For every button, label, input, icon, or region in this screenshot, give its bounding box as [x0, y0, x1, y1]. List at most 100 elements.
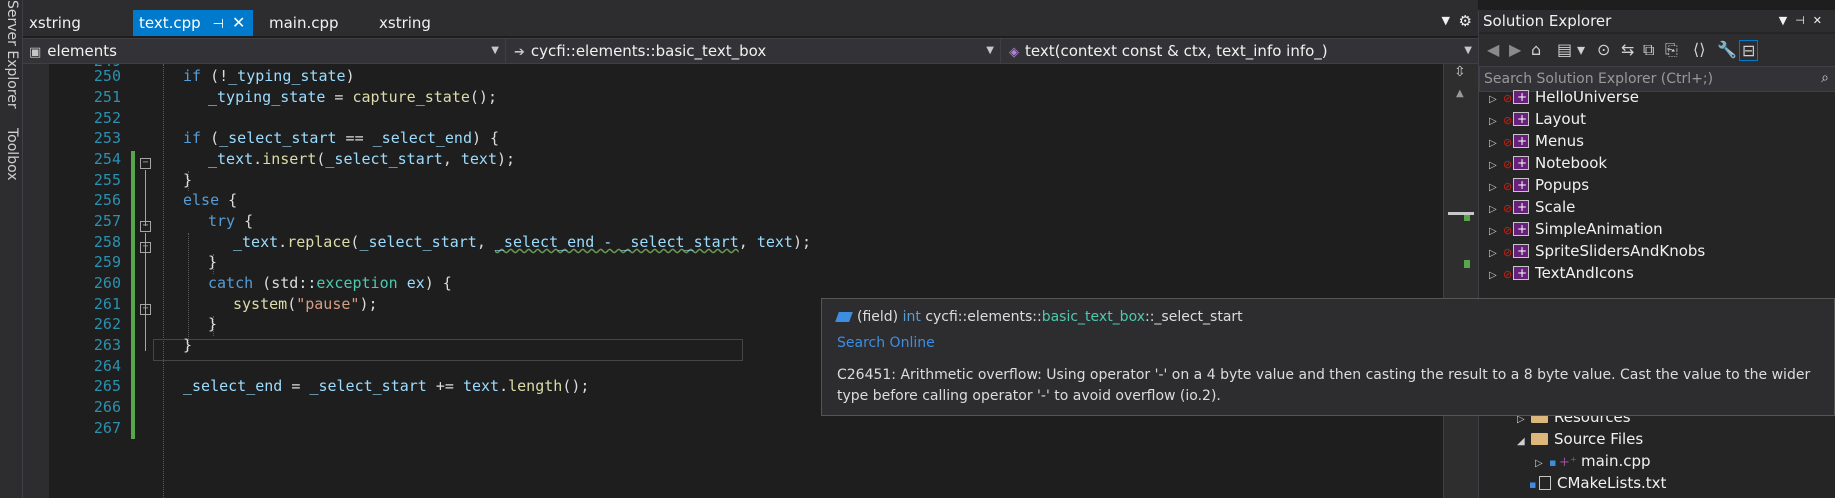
line-number: 262 [93, 315, 121, 333]
toolbox-tab[interactable]: Toolbox [4, 128, 20, 181]
warning-message: C26451: Arithmetic overflow: Using opera… [837, 367, 1811, 404]
tab-label: main.cpp [269, 14, 339, 32]
sync-icon[interactable]: ⇆ [1621, 40, 1634, 59]
tree-item-project[interactable]: ▷⊘HelloUniverse [1489, 86, 1639, 108]
chevron-down-icon: ▼ [491, 45, 499, 56]
window-controls[interactable]: ▼⊣✕ [1779, 10, 1830, 32]
line-number: 266 [93, 398, 121, 416]
collapse-icon[interactable]: − [140, 242, 151, 253]
project-dropdown[interactable]: ▣ elements ▼ [23, 39, 506, 63]
change-marker [1464, 215, 1470, 221]
tree-item-project[interactable]: ▷⊘Scale [1489, 196, 1575, 218]
pin-icon[interactable]: ⊣ [213, 17, 224, 32]
wrench-icon[interactable]: 🔧 [1717, 40, 1737, 59]
tree-item-project[interactable]: ▷⊘Menus [1489, 130, 1584, 152]
tab-main-cpp[interactable]: main.cpp [263, 10, 363, 36]
tree-item-project[interactable]: ▷⊘Popups [1489, 174, 1589, 196]
gear-icon[interactable]: ⚙ [1459, 12, 1472, 30]
search-icon[interactable]: ⌕ [1821, 70, 1829, 86]
chevron-down-icon: ▼ [1464, 45, 1472, 56]
lock-icon: ▪ [1529, 478, 1537, 491]
code-line-263: } [183, 336, 193, 354]
server-explorer-tab[interactable]: Server Explorer [4, 0, 20, 109]
preview-icon[interactable]: ⊟ [1739, 40, 1759, 61]
close-icon[interactable]: ✕ [232, 13, 245, 32]
code-line-262: } [208, 315, 218, 333]
tree-item-file[interactable]: ▪ CMakeLists.txt [1529, 472, 1666, 494]
tree-item-project[interactable]: ▷⊘TextAndIcons [1489, 262, 1634, 284]
code-line-257: try { [208, 212, 254, 230]
split-window-icon[interactable]: ⇳ [1454, 64, 1466, 80]
project-icon [1513, 218, 1529, 240]
member-dropdown[interactable]: ◈ text(context const & ctx, text_info inf… [1003, 39, 1478, 63]
navigation-bar: ▣ elements ▼ ➔ cycfi::elements::basic_text… [23, 38, 1478, 64]
error-icon: ⊘ [1503, 224, 1513, 237]
indicator-margin [23, 64, 49, 498]
show-all-files-icon[interactable]: ⎘ [1665, 40, 1678, 60]
collapse-icon[interactable]: ◢ [1517, 431, 1531, 453]
project-icon [1513, 240, 1529, 262]
error-icon: ⊘ [1503, 202, 1513, 215]
line-number: 256 [93, 191, 121, 209]
code-line-258: _text.replace(_select_start, _select_end… [233, 233, 811, 251]
collapse-all-icon[interactable]: ⧉ [1643, 40, 1654, 60]
vertical-scrollbar[interactable]: ⇳ ▲ [1443, 64, 1478, 498]
text-file-icon [1539, 475, 1551, 490]
solution-explorer-toolbar: ◀ ▶ ⌂ ▤ ▾ ⊙ ⇆ ⧉ ⎘ ⟨⟩ 🔧 ⊟ [1479, 34, 1835, 66]
project-icon: ▣ [29, 45, 42, 60]
tab-text-cpp[interactable]: text.cpp ⊣ ✕ [133, 10, 253, 36]
tab-label: xstring [379, 14, 431, 32]
collapse-icon[interactable]: − [140, 304, 151, 315]
chevron-down-icon[interactable]: ▾ [1577, 40, 1585, 59]
tab-xstring-2[interactable]: xstring [373, 10, 473, 36]
tree-item-file[interactable]: ▷ ▪ +⁺ main.cpp [1535, 450, 1651, 472]
code-editor[interactable]: 249 250 251 252 253 254 255 256 257 258 … [23, 64, 1443, 498]
folder-open-icon [1531, 432, 1548, 445]
error-icon: ⊘ [1503, 158, 1513, 171]
scope-dropdown[interactable]: ➔ cycfi::elements::basic_text_box ▼ [508, 39, 1001, 63]
error-icon: ⊘ [1503, 180, 1513, 193]
line-number: 263 [93, 336, 121, 354]
tree-item-project[interactable]: ▷⊘Layout [1489, 108, 1586, 130]
code-line-254: _text.insert(_select_start, text); [208, 150, 516, 168]
tree-item-project[interactable]: ▷⊘SpriteSlidersAndKnobs [1489, 240, 1705, 262]
collapse-icon[interactable]: − [140, 158, 151, 169]
collapse-icon[interactable]: − [140, 221, 151, 232]
error-icon: ⊘ [1503, 268, 1513, 281]
project-icon [1513, 174, 1529, 196]
switch-views-icon[interactable]: ▤ [1557, 40, 1572, 59]
tab-dropdown-icon[interactable]: ▼ [1442, 14, 1450, 27]
tree-item-project[interactable]: ▷⊘SimpleAnimation [1489, 218, 1663, 240]
project-icon [1513, 196, 1529, 218]
home-icon[interactable]: ⌂ [1531, 40, 1541, 59]
field-icon [835, 312, 853, 322]
scroll-up-icon[interactable]: ▲ [1456, 88, 1464, 99]
tree-item-folder[interactable]: ◢ Source Files [1517, 428, 1643, 450]
project-label: elements [47, 42, 117, 60]
line-number: 257 [93, 212, 121, 230]
search-online-link[interactable]: Search Online [837, 335, 935, 351]
scope-label: cycfi::elements::basic_text_box [530, 42, 767, 60]
tooltip-signature: (field) int cycfi::elements::basic_text_… [835, 309, 1243, 325]
code-icon[interactable]: ⟨⟩ [1693, 40, 1705, 59]
expand-icon[interactable]: ▷ [1489, 265, 1503, 287]
indent-guide [188, 233, 189, 351]
code-line-255: } [183, 171, 193, 189]
document-tab-bar: xstring text.cpp ⊣ ✕ main.cpp xstring ▼ ⚙ [23, 10, 1478, 36]
project-icon [1513, 152, 1529, 174]
project-icon [1513, 86, 1529, 108]
line-number: 254 [93, 150, 121, 168]
indent-guide [163, 64, 164, 498]
member-label: text(context const & ctx, text_info info… [1025, 42, 1328, 60]
line-number: 265 [93, 377, 121, 395]
current-line-highlight [153, 339, 743, 361]
forward-icon[interactable]: ▶ [1509, 40, 1521, 59]
pending-changes-icon[interactable]: ⊙ [1597, 40, 1610, 59]
tab-xstring[interactable]: xstring [23, 10, 113, 36]
tree-item-project[interactable]: ▷⊘Notebook [1489, 152, 1607, 174]
back-icon[interactable]: ◀ [1487, 40, 1499, 59]
cpp-file-icon: +⁺ [1559, 455, 1577, 470]
change-marker [1464, 260, 1470, 268]
line-number: 252 [93, 109, 121, 127]
line-number: 255 [93, 171, 121, 189]
